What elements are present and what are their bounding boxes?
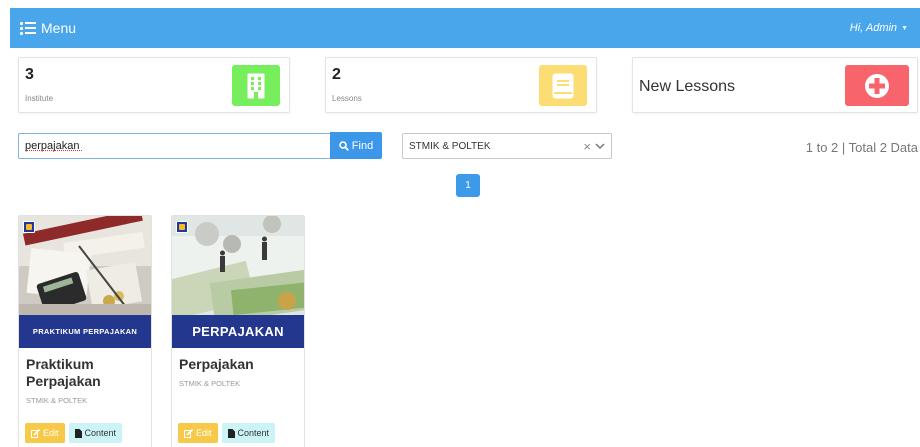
course-thumbnail: PERPAJAKAN [172, 216, 304, 348]
course-title-text: Praktikum Perpajakan [26, 356, 101, 389]
menu-button[interactable]: Menu [20, 20, 76, 36]
course-card: PERPAJAKAN Perpajakan STMIK & POLTEK Edi… [171, 215, 305, 447]
institute-count: 3 [25, 66, 34, 83]
menu-label: Menu [41, 20, 77, 36]
institute-label: Institute [25, 94, 54, 103]
institute-select-value: STMIK & POLTEK [409, 140, 491, 152]
course-banner: PRAKTIKUM PERPAJAKAN [19, 315, 151, 348]
paging-info: 1 to 2 | Total 2 Data [805, 140, 918, 155]
edit-button-label: Edit [196, 428, 212, 438]
search-input[interactable] [18, 133, 331, 159]
stat-card-lessons[interactable]: 2 Lessons [325, 57, 597, 113]
clear-icon[interactable]: × [583, 139, 591, 154]
course-thumbnail: PRAKTIKUM PERPAJAKAN [19, 216, 151, 348]
user-menu[interactable]: Hi, Admin ▼ [850, 22, 908, 34]
course-title-text: Perpajakan [179, 356, 254, 372]
lessons-count: 2 [332, 66, 341, 83]
book-icon [539, 65, 587, 106]
new-lessons-title: New Lessons [639, 78, 736, 95]
caret-down-icon: ▼ [901, 24, 908, 32]
institute-logo [23, 221, 35, 233]
course-institute: STMIK & POLTEK [26, 396, 88, 405]
content-button[interactable]: Content [221, 423, 276, 443]
content-button-label: Content [237, 428, 270, 438]
find-button[interactable]: Find [330, 132, 382, 159]
content-button-label: Content [84, 428, 117, 438]
course-actions: Edit Content [178, 423, 276, 443]
new-lessons-card[interactable]: New Lessons [632, 57, 918, 113]
course-institute: STMIK & POLTEK [179, 379, 241, 388]
edit-icon [31, 428, 40, 438]
lessons-label: Lessons [332, 94, 362, 103]
course-actions: Edit Content [25, 423, 123, 443]
course-title: Praktikum Perpajakan STMIK & POLTEK [26, 356, 146, 409]
search-icon [338, 140, 349, 151]
building-icon [232, 65, 280, 106]
edit-button-label: Edit [43, 428, 59, 438]
content-button[interactable]: Content [68, 423, 123, 443]
edit-button[interactable]: Edit [25, 423, 65, 443]
page-button-1[interactable]: 1 [456, 174, 480, 197]
chevron-down-icon[interactable] [595, 142, 605, 150]
file-icon [74, 428, 82, 438]
list-icon [20, 21, 36, 35]
edit-button[interactable]: Edit [178, 423, 218, 443]
file-icon [227, 428, 235, 438]
top-navbar: Menu Hi, Admin ▼ [10, 8, 920, 48]
course-banner: PERPAJAKAN [172, 315, 304, 348]
institute-select[interactable]: STMIK & POLTEK × [402, 133, 612, 159]
edit-icon [184, 428, 193, 438]
stat-card-institute[interactable]: 3 Institute [18, 57, 290, 113]
plus-circle-icon [845, 65, 909, 106]
institute-logo [176, 221, 188, 233]
user-greeting: Hi, Admin [849, 22, 898, 34]
find-button-label: Find [351, 139, 374, 152]
course-card: PRAKTIKUM PERPAJAKAN Praktikum Perpajaka… [18, 215, 152, 447]
course-title: Perpajakan STMIK & POLTEK [179, 356, 299, 392]
spellcheck-underline [25, 150, 82, 151]
